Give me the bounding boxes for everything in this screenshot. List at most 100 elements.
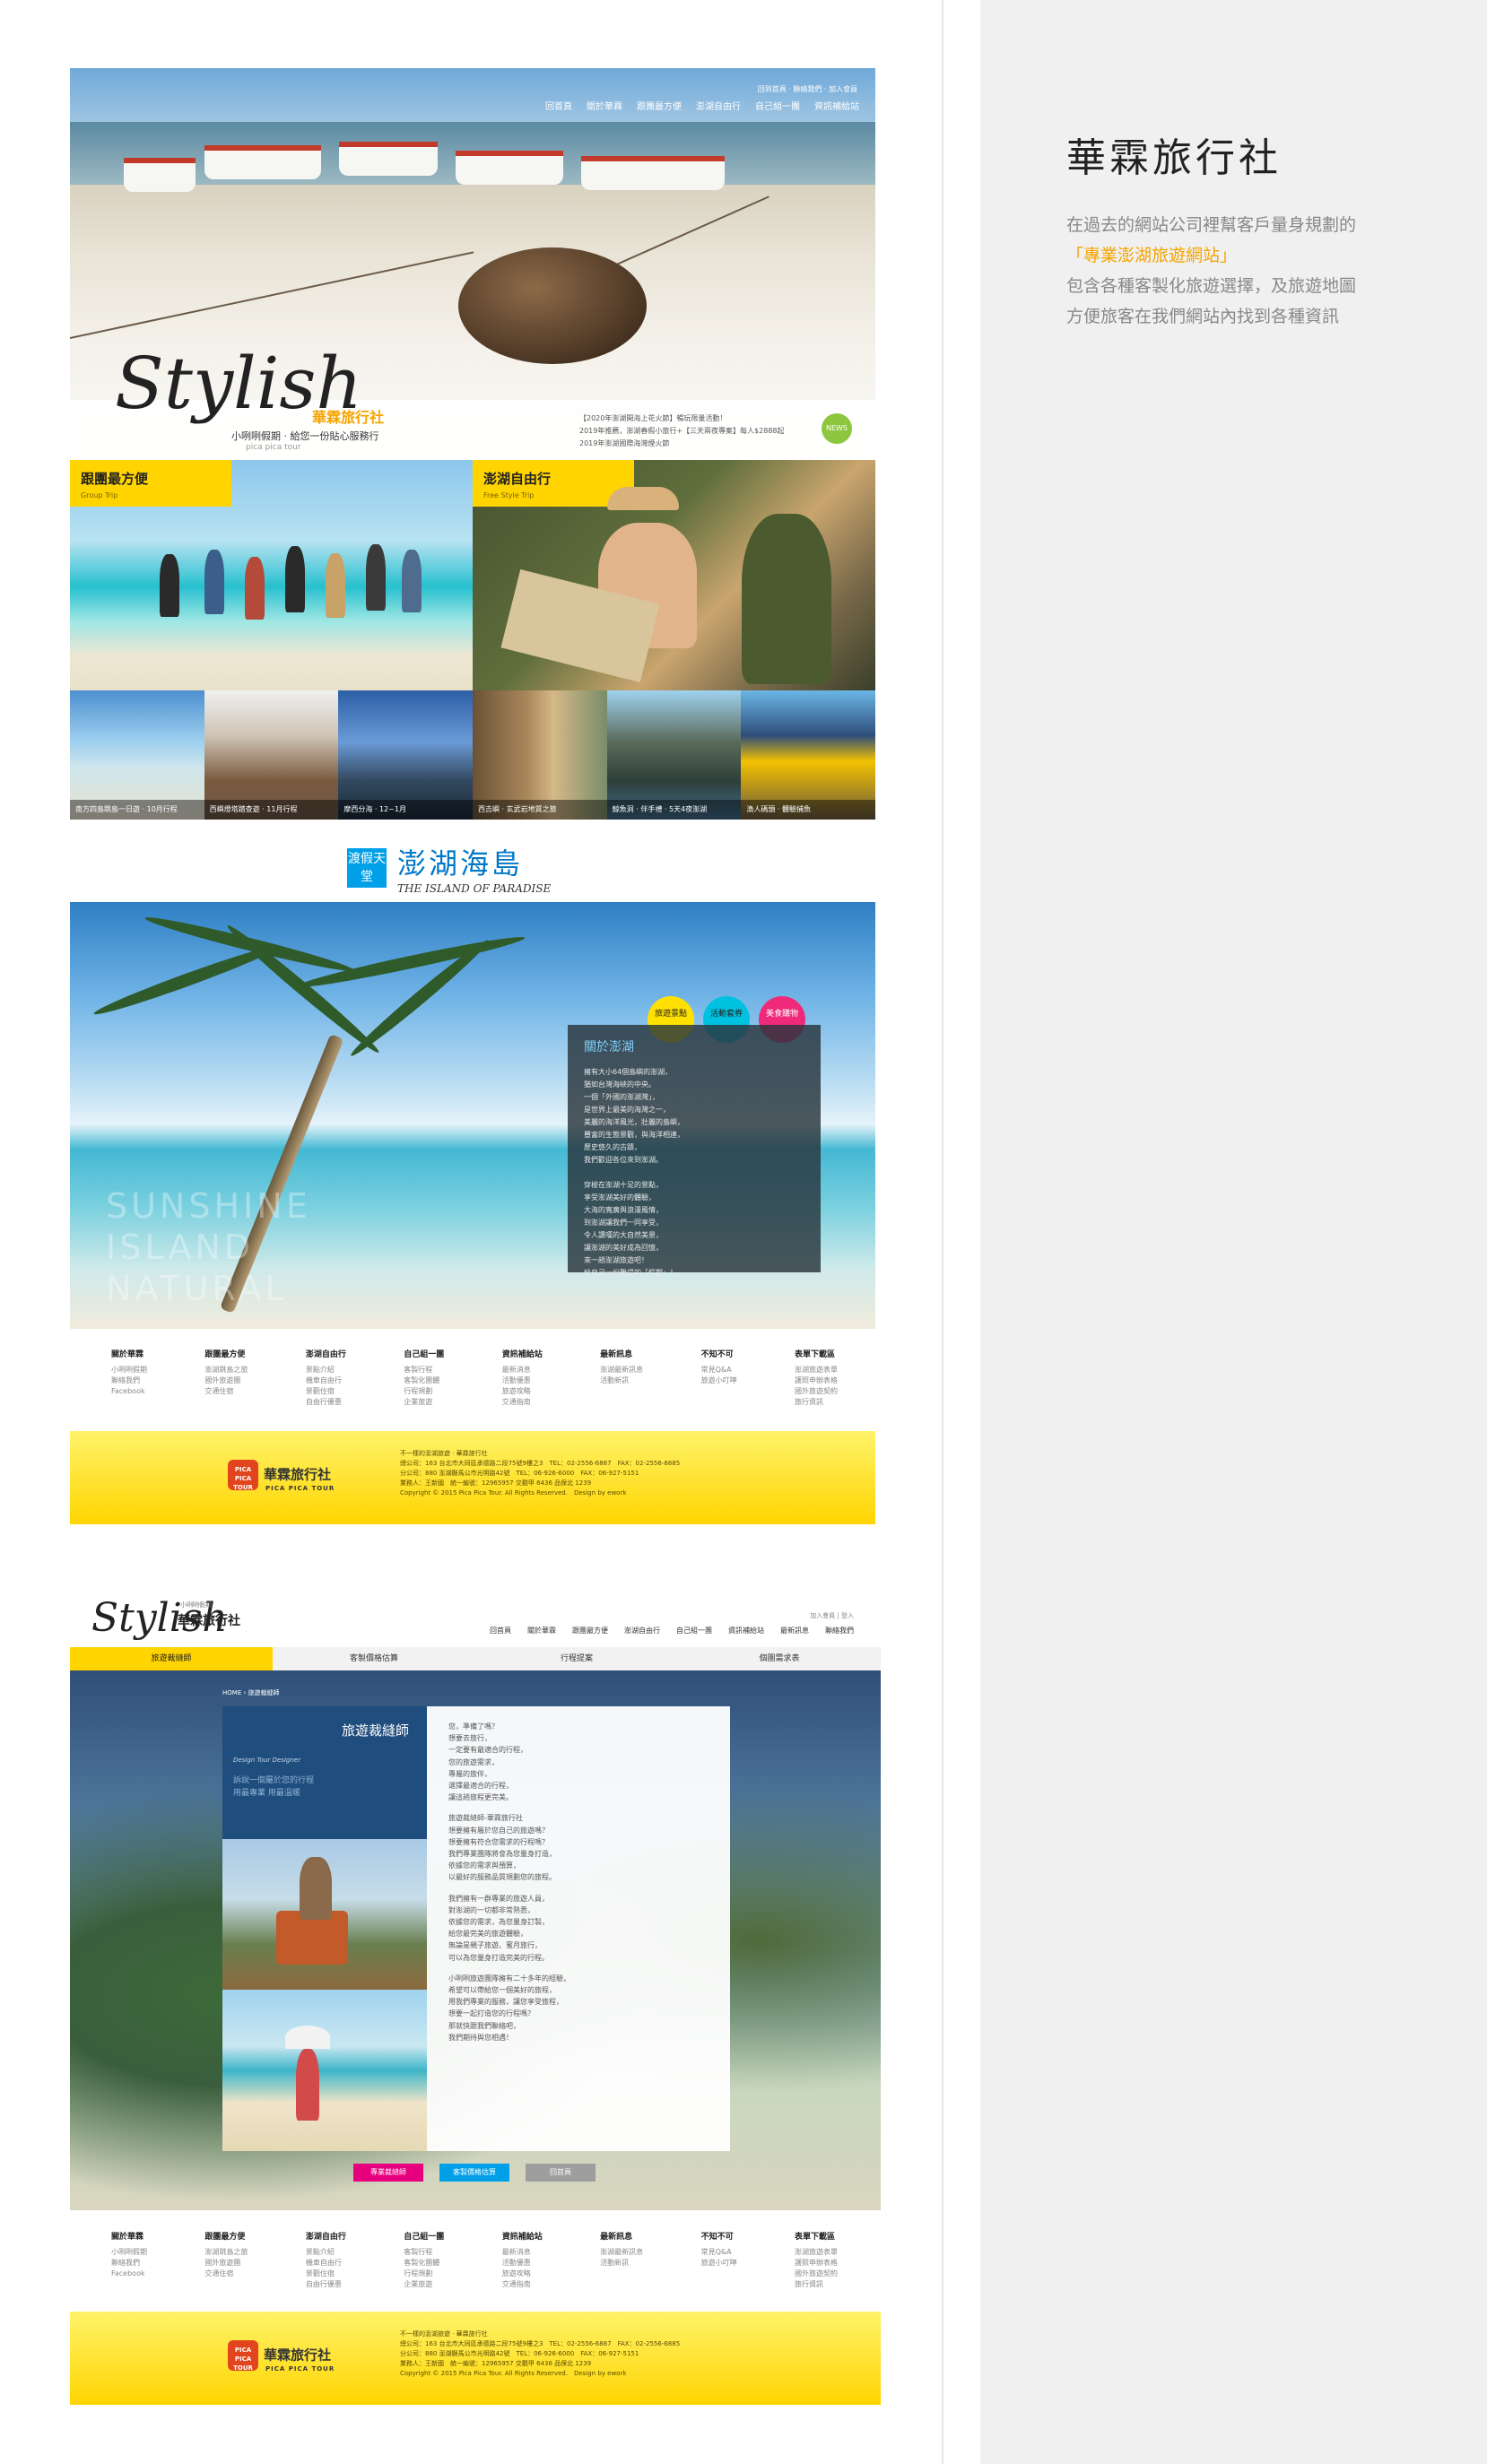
news-item[interactable]: 2019年澎湖國際海灣煙火節	[579, 438, 785, 450]
footer-link[interactable]: 客製化團體	[404, 2258, 444, 2269]
nav-item[interactable]: 最新訊息	[780, 1626, 809, 1635]
footer-link[interactable]: 景點介紹	[306, 2247, 346, 2258]
footer-link[interactable]: 自由行優惠	[306, 1397, 346, 1408]
nav-item[interactable]: 資訊補給站	[814, 99, 859, 112]
tab-price-estimate[interactable]: 客製價格估算	[273, 1647, 475, 1670]
footer-link[interactable]: 交通住宿	[204, 2269, 248, 2279]
footer-link[interactable]: 澎湖跳島之旅	[204, 1365, 248, 1375]
nav-item[interactable]: 關於華霖	[587, 99, 622, 112]
footer-link[interactable]: 活動優惠	[502, 2258, 543, 2269]
footer-column-heading[interactable]: 資訊補給站	[502, 1348, 543, 1359]
footer-link[interactable]: 最新消息	[502, 2247, 543, 2258]
news-item[interactable]: 【2020年澎湖開海上花火節】暢玩限量活動！	[579, 412, 785, 425]
footer-column-heading[interactable]: 自己組一團	[404, 2230, 444, 2242]
footer-link[interactable]: 企業旅遊	[404, 2279, 444, 2290]
footer-link[interactable]: 自由行優惠	[306, 2279, 346, 2290]
footer-column-heading[interactable]: 跟團最方便	[204, 1348, 248, 1359]
footer-column-heading[interactable]: 最新訊息	[600, 1348, 643, 1359]
thumb-card[interactable]: 南方四島跳島一日遊 · 10月行程	[70, 690, 204, 820]
footer-column-heading[interactable]: 不知不可	[701, 2230, 737, 2242]
footer-link[interactable]: 旅行資訊	[795, 1397, 838, 1408]
footer-column-heading[interactable]: 表單下載區	[795, 2230, 838, 2242]
footer-link[interactable]: 澎湖旅遊表單	[795, 2247, 838, 2258]
footer-column-heading[interactable]: 澎湖自由行	[306, 1348, 346, 1359]
footer-link[interactable]: 景觀住宿	[306, 2269, 346, 2279]
thumb-card[interactable]: 西吉嶼 · 玄武岩地質之旅	[473, 690, 607, 820]
footer-link[interactable]: 旅遊小叮嚀	[701, 1375, 737, 1386]
footer-link[interactable]: 交通指南	[502, 1397, 543, 1408]
nav-item[interactable]: 資訊補給站	[728, 1626, 764, 1635]
footer-link[interactable]: 交通指南	[502, 2279, 543, 2290]
nav-item[interactable]: 自己組一團	[676, 1626, 712, 1635]
nav-item[interactable]: 跟團最方便	[572, 1626, 608, 1635]
footer-column-heading[interactable]: 自己組一團	[404, 1348, 444, 1359]
footer-link[interactable]: 聯絡我們	[111, 1375, 147, 1386]
footer-link[interactable]: 旅遊攻略	[502, 1386, 543, 1397]
top-links[interactable]: 加入會員 | 登入	[810, 1611, 854, 1620]
tab-itinerary[interactable]: 行程提案	[475, 1647, 678, 1670]
footer-link[interactable]: 澎湖旅遊表單	[795, 1365, 838, 1375]
footer-link[interactable]: 客製行程	[404, 1365, 444, 1375]
footer-link[interactable]: 護照申辦表格	[795, 1375, 838, 1386]
tab-tour-designer[interactable]: 旅遊裁縫師	[70, 1647, 273, 1670]
footer-column-heading[interactable]: 不知不可	[701, 1348, 737, 1359]
footer-column-heading[interactable]: 最新訊息	[600, 2230, 643, 2242]
breadcrumb[interactable]: HOME › 旅遊裁縫師	[222, 1688, 280, 1697]
footer-link[interactable]: 客製行程	[404, 2247, 444, 2258]
group-trip-tile[interactable]: 跟團最方便 Group Trip	[70, 460, 473, 690]
footer-link[interactable]: 國外旅遊契約	[795, 1386, 838, 1397]
footer-link[interactable]: 常見Q&A	[701, 1365, 737, 1375]
footer-link[interactable]: Facebook	[111, 1386, 147, 1397]
footer-link[interactable]: 活動優惠	[502, 1375, 543, 1386]
footer-column-heading[interactable]: 關於華霖	[111, 2230, 147, 2242]
nav-item[interactable]: 澎湖自由行	[696, 99, 741, 112]
footer-link[interactable]: 企業旅遊	[404, 1397, 444, 1408]
footer-link[interactable]: 國外旅遊契約	[795, 2269, 838, 2279]
top-links[interactable]: 回到首頁 · 聯絡我們 · 加入會員	[758, 84, 857, 94]
footer-link[interactable]: 景觀住宿	[306, 1386, 346, 1397]
free-trip-tile[interactable]: 澎湖自由行 Free Style Trip	[473, 460, 875, 690]
nav-item[interactable]: 澎湖自由行	[624, 1626, 660, 1635]
footer-link[interactable]: 聯絡我們	[111, 2258, 147, 2269]
footer-link[interactable]: 護照申辦表格	[795, 2258, 838, 2269]
footer-link[interactable]: 小咧咧假期	[111, 2247, 147, 2258]
news-item[interactable]: 2019年推薦，澎湖春假小旅行+【三天兩夜專案】每人$2888起	[579, 425, 785, 438]
footer-link[interactable]: 澎湖跳島之旅	[204, 2247, 248, 2258]
footer-link[interactable]: 活動新訊	[600, 1375, 643, 1386]
nav-item[interactable]: 回首頁	[545, 99, 572, 112]
footer-link[interactable]: 旅遊小叮嚀	[701, 2258, 737, 2269]
footer-link[interactable]: 常見Q&A	[701, 2247, 737, 2258]
footer-link[interactable]: 景點介紹	[306, 1365, 346, 1375]
footer-column-heading[interactable]: 澎湖自由行	[306, 2230, 346, 2242]
footer-link[interactable]: 小咧咧假期	[111, 1365, 147, 1375]
nav-item[interactable]: 自己組一團	[755, 99, 800, 112]
footer-link[interactable]: 國外旅遊團	[204, 2258, 248, 2269]
footer-link[interactable]: 澎湖最新訊息	[600, 1365, 643, 1375]
thumb-card[interactable]: 鯨魚洞 · 伴手禮 · 5天4夜澎湖	[606, 690, 742, 820]
footer-column-heading[interactable]: 資訊補給站	[502, 2230, 543, 2242]
thumb-card[interactable]: 漁人碼頭 · 體驗捕魚	[741, 690, 876, 820]
footer-link[interactable]: 機車自由行	[306, 2258, 346, 2269]
footer-link[interactable]: 行程規劃	[404, 2269, 444, 2279]
price-estimate-button[interactable]: 客製價格估算	[439, 2164, 509, 2182]
nav-item[interactable]: 跟團最方便	[637, 99, 682, 112]
footer-column-heading[interactable]: 關於華霖	[111, 1348, 147, 1359]
footer-link[interactable]: 澎湖最新訊息	[600, 2247, 643, 2258]
tab-group-request[interactable]: 個團需求表	[678, 1647, 881, 1670]
tour-designer-button[interactable]: 專業裁縫師	[353, 2164, 423, 2182]
footer-logo[interactable]: PICA PICA TOUR華霖旅行社 PICA PICA TOUR	[228, 2340, 335, 2373]
footer-link[interactable]: Facebook	[111, 2269, 147, 2279]
footer-logo[interactable]: PICA PICA TOUR華霖旅行社 PICA PICA TOUR	[228, 1460, 335, 1492]
nav-item[interactable]: 回首頁	[490, 1626, 511, 1635]
footer-link[interactable]: 活動新訊	[600, 2258, 643, 2269]
footer-link[interactable]: 國外旅遊團	[204, 1375, 248, 1386]
home-button[interactable]: 回首頁	[526, 2164, 596, 2182]
thumb-card[interactable]: 摩西分海 · 12~1月	[338, 690, 474, 820]
footer-link[interactable]: 交通住宿	[204, 1386, 248, 1397]
news-badge[interactable]: NEWS	[822, 413, 852, 444]
footer-link[interactable]: 機車自由行	[306, 1375, 346, 1386]
footer-column-heading[interactable]: 跟團最方便	[204, 2230, 248, 2242]
footer-link[interactable]: 旅遊攻略	[502, 2269, 543, 2279]
footer-link[interactable]: 最新消息	[502, 1365, 543, 1375]
footer-link[interactable]: 行程規劃	[404, 1386, 444, 1397]
